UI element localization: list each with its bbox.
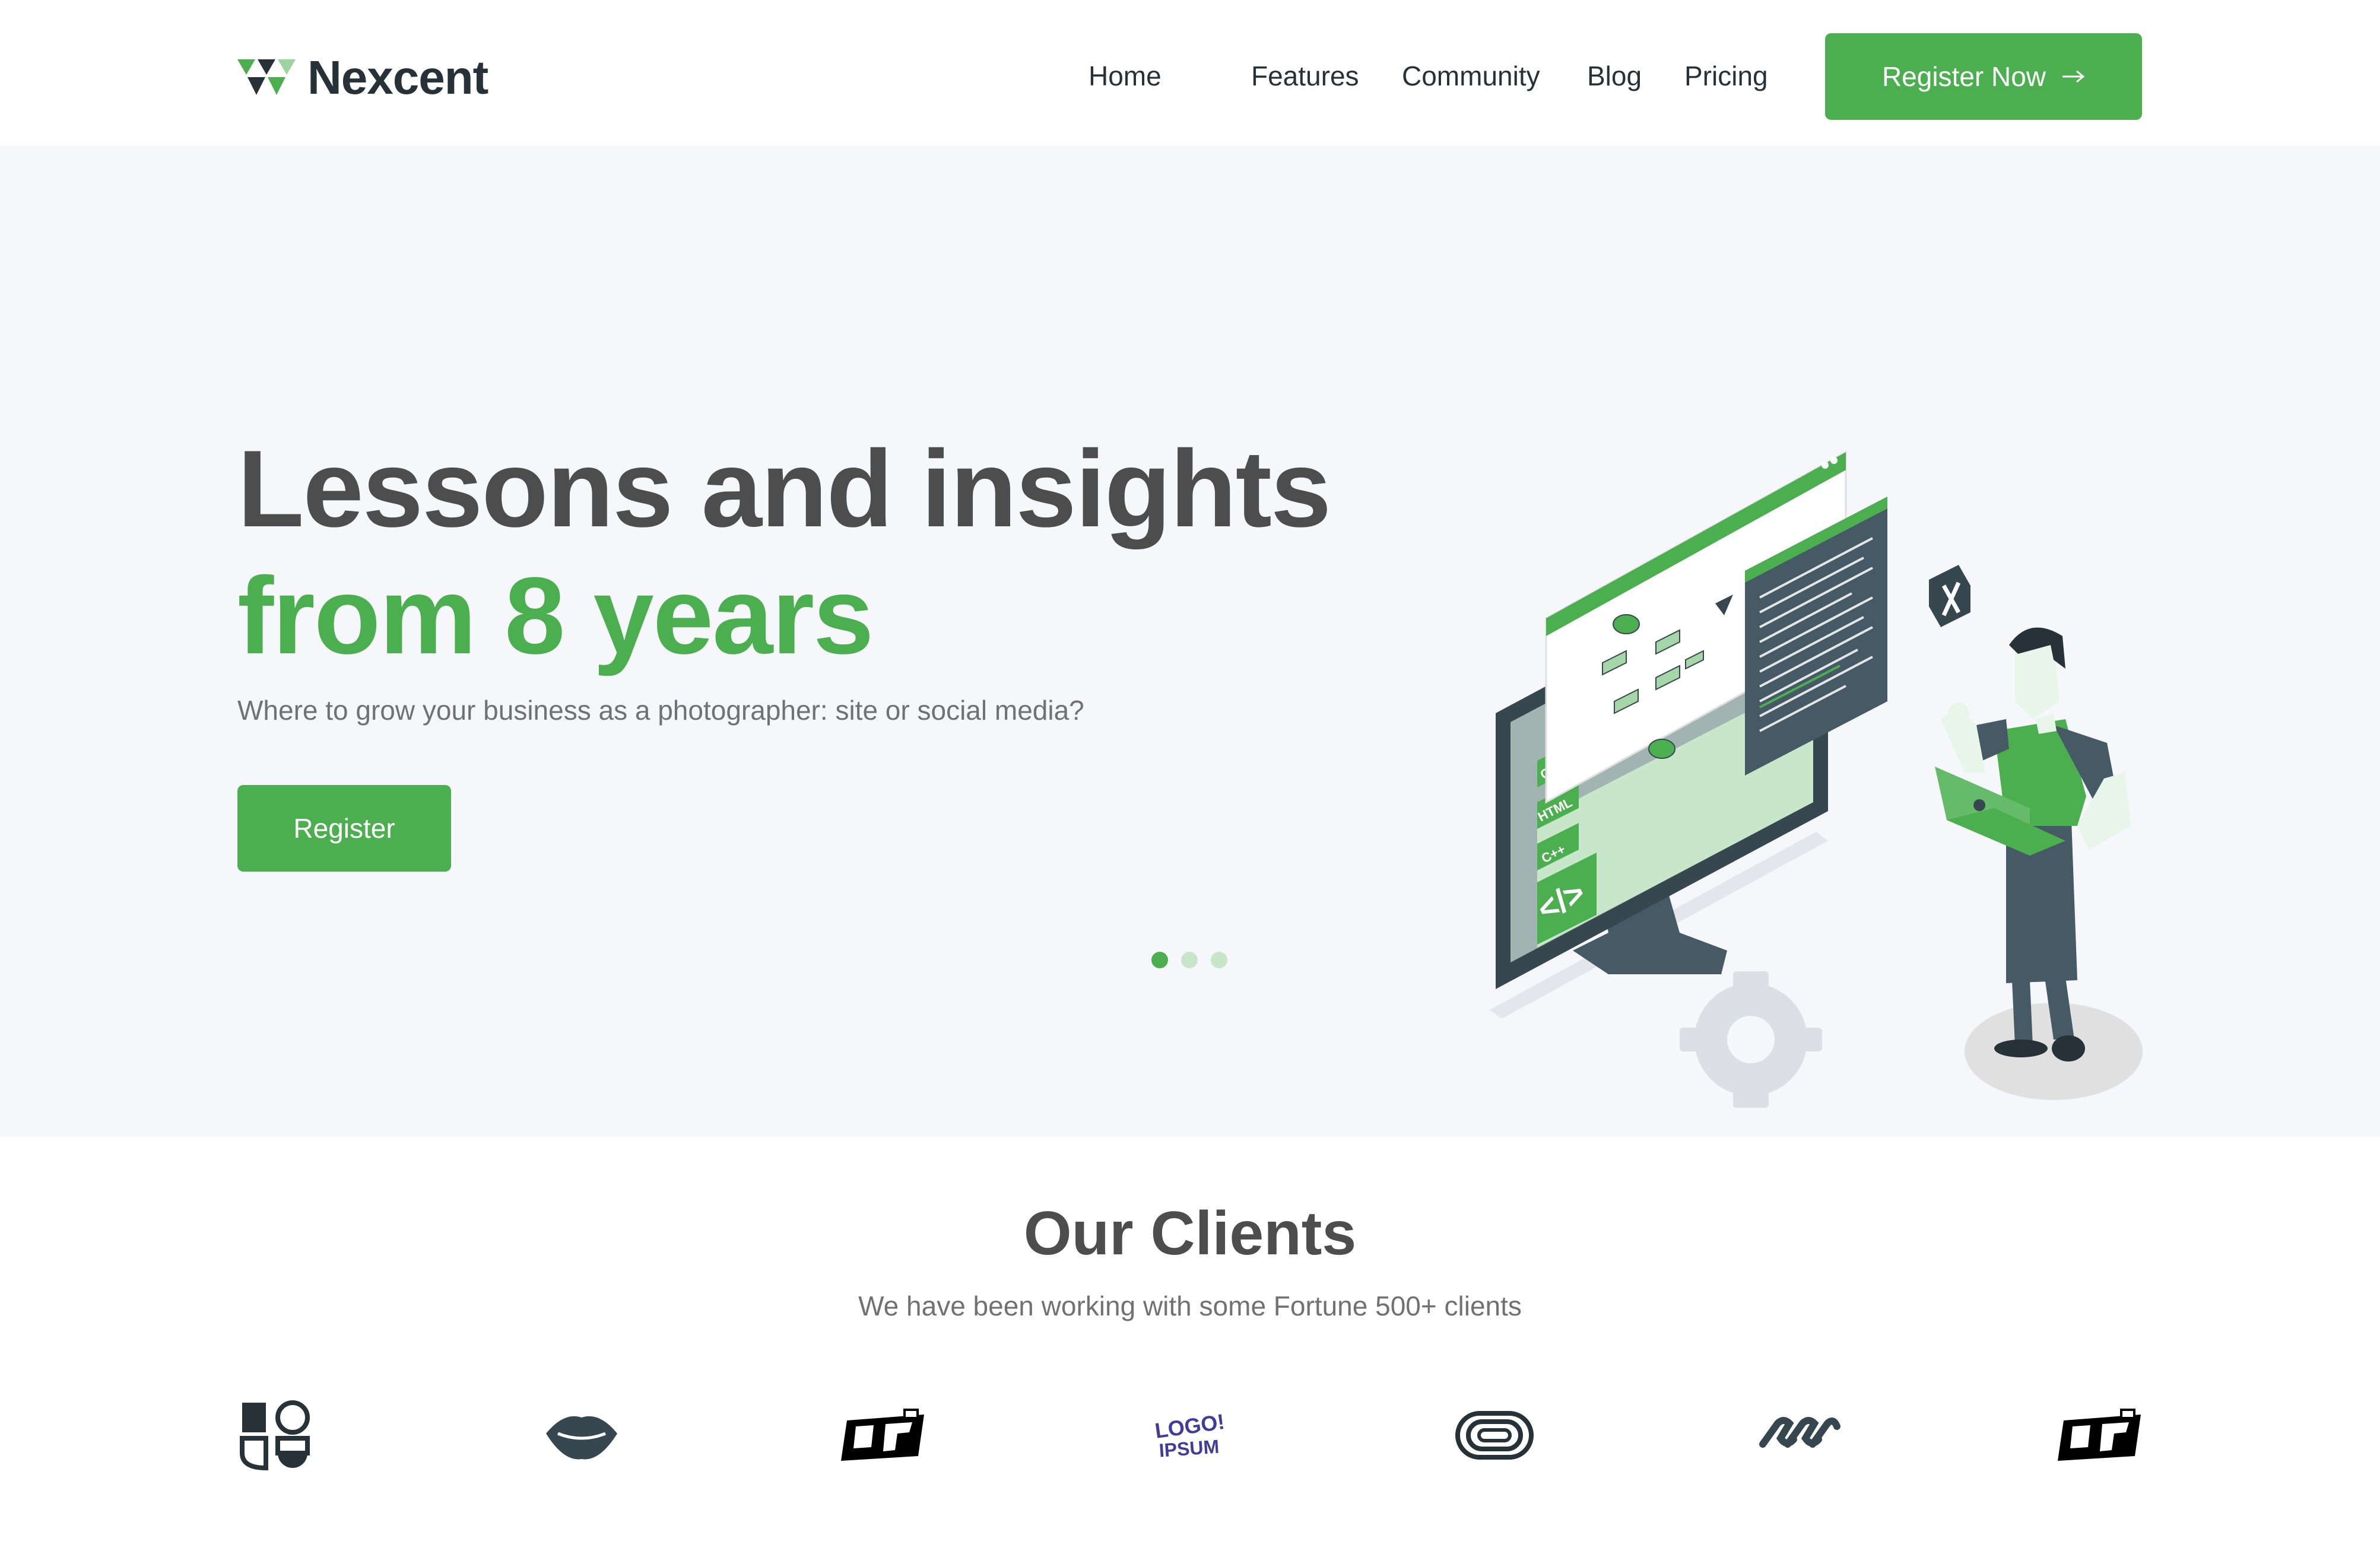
client-logo-3 xyxy=(838,1397,933,1474)
clients-subtitle: We have been working with some Fortune 5… xyxy=(858,1291,1522,1321)
register-now-label: Register Now xyxy=(1881,61,2046,92)
client-logo-6 xyxy=(1751,1397,1846,1474)
carousel-dot-2[interactable] xyxy=(1181,952,1198,968)
client-logo-5 xyxy=(1447,1397,1542,1474)
carousel-dot-3[interactable] xyxy=(1211,952,1227,968)
clients-title: Our Clients xyxy=(1023,1199,1357,1268)
hero-subtitle: Where to grow your business as a photogr… xyxy=(237,695,1084,726)
nexcent-triangle-logo-icon xyxy=(237,59,296,95)
arrow-right-icon xyxy=(2062,70,2085,83)
client-logo-4: LOGO! IPSUM xyxy=(1143,1397,1237,1474)
nav-link-blog[interactable]: Blog xyxy=(1587,58,1642,94)
block-letters-logo-icon xyxy=(841,1409,924,1461)
hero-title-line2: from 8 years xyxy=(237,554,874,676)
infinity-links-logo-icon xyxy=(1759,1417,1840,1448)
concentric-loop-logo-icon xyxy=(1455,1411,1534,1460)
nav-link-home[interactable]: Home xyxy=(1089,58,1162,94)
brand-name: Nexcent xyxy=(307,51,488,104)
developer-illustration: CSS HTML C++ </> xyxy=(1490,450,2143,1108)
hero-title-line1: Lessons and insights xyxy=(237,427,1331,549)
nav-link-community[interactable]: Community xyxy=(1402,58,1540,94)
close-badge-icon xyxy=(1929,565,1970,627)
nav-link-pricing[interactable]: Pricing xyxy=(1684,58,1768,94)
client-logo-1 xyxy=(230,1397,325,1474)
nav-link-features[interactable]: Features xyxy=(1251,58,1359,94)
register-now-button[interactable]: Register Now xyxy=(1825,33,2142,120)
developer-person xyxy=(1935,627,2131,1061)
carousel-dot-1[interactable] xyxy=(1151,952,1168,968)
logo-ipsum-wordmark-icon: LOGO! IPSUM xyxy=(1153,1409,1226,1461)
lips-logo-icon xyxy=(546,1416,617,1460)
geometric-quad-logo-icon xyxy=(240,1400,310,1471)
hero-register-button[interactable]: Register xyxy=(237,785,451,872)
carousel-dots xyxy=(1151,952,1227,968)
logo-ipsum-line2: IPSUM xyxy=(1159,1436,1220,1461)
hero-section: Lessons and insights from 8 years Where … xyxy=(0,146,2380,1137)
brand-logo[interactable]: Nexcent xyxy=(237,51,488,104)
navbar: Nexcent Home Features Community Blog Pri… xyxy=(0,0,2380,146)
hero-title: Lessons and insights from 8 years xyxy=(237,425,1331,679)
block-letters-logo-icon xyxy=(2058,1409,2141,1461)
gear-icon xyxy=(1680,971,1822,1108)
client-logo-7 xyxy=(2055,1397,2150,1474)
client-logo-2 xyxy=(534,1397,629,1474)
